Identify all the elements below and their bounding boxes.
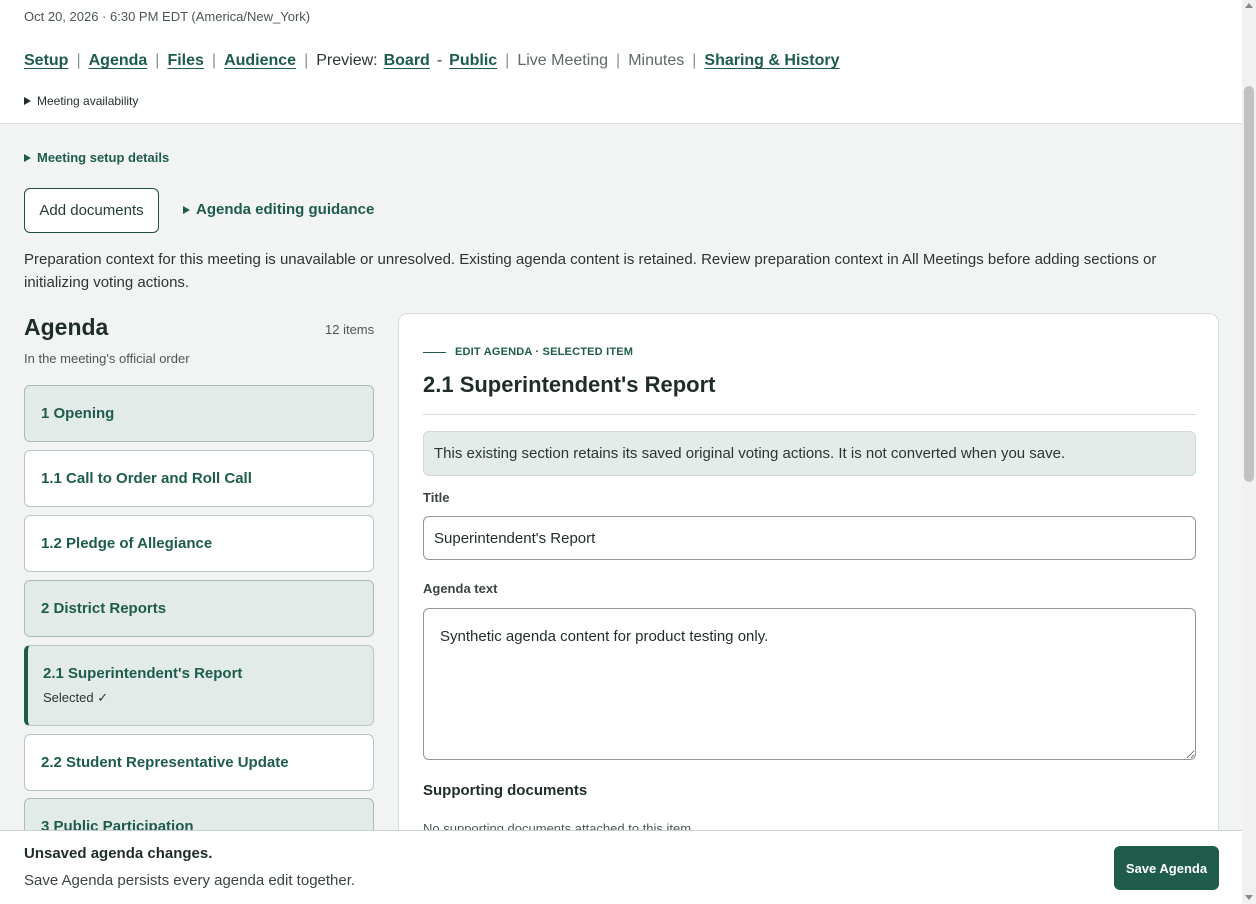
page-header: Oct 20, 2026 · 6:30 PM EDT (America/New_… (0, 0, 1242, 124)
page-scrollbar[interactable] (1242, 0, 1256, 904)
agenda-item-label: 3 Public Participation (41, 818, 194, 830)
voting-actions-info: This existing section retains its saved … (423, 431, 1196, 476)
meeting-datetime: Oct 20, 2026 · 6:30 PM EDT (America/New_… (24, 9, 311, 24)
agenda-heading: Agenda (24, 314, 109, 340)
meeting-setup-details-toggle[interactable]: Meeting setup details (24, 150, 169, 165)
agenda-editing-guidance-toggle[interactable]: Agenda editing guidance (183, 201, 374, 218)
selected-item-title: 2.1 Superintendent's Report (423, 372, 716, 397)
supporting-documents-heading: Supporting documents (423, 782, 588, 799)
agenda-item-label: 2 District Reports (41, 600, 167, 617)
nav-separator: | (616, 52, 621, 69)
edit-eyebrow-label: EDIT AGENDA · SELECTED ITEM (455, 346, 634, 358)
nav-separator: | (76, 52, 81, 69)
nav-sharing-history-link[interactable]: Sharing & History (704, 52, 839, 70)
save-footer: Unsaved agenda changes. Save Agenda pers… (0, 830, 1242, 904)
nav-preview-board-link[interactable]: Board (384, 52, 430, 70)
eyebrow-rule (423, 351, 446, 353)
nav-preview-public-link[interactable]: Public (449, 52, 497, 70)
nav-minutes: Minutes (628, 52, 685, 69)
nav-separator: | (211, 52, 217, 69)
unsaved-changes-title: Unsaved agenda changes. (24, 845, 213, 862)
disclosure-triangle-icon (183, 205, 190, 214)
main-content: Meeting setup details Add documents Agen… (0, 124, 1242, 830)
agenda-item-label: 1 Opening (41, 405, 115, 422)
scroll-down-arrow-icon[interactable] (1245, 895, 1253, 900)
edit-eyebrow: EDIT AGENDA · SELECTED ITEM (423, 346, 633, 358)
nav-separator: | (505, 52, 510, 69)
edit-agenda-panel: EDIT AGENDA · SELECTED ITEM 2.1 Superint… (398, 313, 1219, 830)
agenda-item-label: 2.2 Student Representative Update (41, 754, 289, 771)
supporting-documents-empty: No supporting documents attached to this… (423, 821, 695, 830)
agenda-text-label: Agenda text (423, 581, 498, 596)
agenda-item-call-to-order[interactable]: 1.1 Call to Order and Roll Call (24, 450, 374, 507)
title-field-label: Title (423, 490, 450, 505)
unsaved-changes-subtitle: Save Agenda persists every agenda edit t… (24, 872, 356, 889)
nav-setup-link[interactable]: Setup (24, 52, 68, 70)
preparation-notice: Preparation context for this meeting is … (24, 251, 1157, 291)
selected-indicator: Selected ✓ (43, 690, 109, 705)
nav-separator: | (692, 52, 697, 69)
agenda-item-pledge[interactable]: 1.2 Pledge of Allegiance (24, 515, 374, 572)
scrollbar-thumb[interactable] (1244, 86, 1254, 482)
scroll-up-arrow-icon[interactable] (1245, 3, 1253, 8)
agenda-item-opening[interactable]: 1 Opening (24, 385, 374, 442)
agenda-item-label: 2.1 Superintendent's Report (43, 665, 243, 682)
agenda-subtitle: In the meeting's official order (24, 351, 190, 366)
nav-files-link[interactable]: Files (167, 52, 203, 70)
nav-separator: | (155, 52, 160, 69)
divider (423, 414, 1196, 415)
disclosure-triangle-icon (24, 153, 31, 162)
add-documents-button[interactable]: Add documents (24, 188, 159, 233)
nav-separator: | (304, 52, 309, 69)
meeting-availability-toggle[interactable]: Meeting availability (24, 94, 138, 108)
agenda-item-label: 1.2 Pledge of Allegiance (41, 535, 213, 552)
meeting-availability-label: Meeting availability (37, 94, 139, 108)
agenda-item-public-participation[interactable]: 3 Public Participation (24, 798, 374, 830)
agenda-item-superintendent-report[interactable]: 2.1 Superintendent's Report Selected ✓ (24, 645, 374, 726)
agenda-item-district-reports[interactable]: 2 District Reports (24, 580, 374, 637)
meeting-setup-details-label: Meeting setup details (37, 150, 170, 165)
nav-live-meeting: Live Meeting (517, 52, 609, 69)
nav-preview-label: Preview: (316, 52, 378, 69)
agenda-item-label: 1.1 Call to Order and Roll Call (41, 470, 252, 487)
save-agenda-button[interactable]: Save Agenda (1114, 846, 1219, 890)
agenda-text-input[interactable]: Synthetic agenda content for product tes… (423, 608, 1196, 760)
agenda-editing-guidance-label: Agenda editing guidance (196, 201, 375, 218)
meeting-nav: Setup | Agenda | Files | Audience | Prev… (24, 52, 840, 70)
nav-preview-dash: - (436, 52, 443, 69)
agenda-item-student-representative[interactable]: 2.2 Student Representative Update (24, 734, 374, 791)
agenda-item-count: 12 items (325, 322, 375, 337)
nav-agenda-link[interactable]: Agenda (89, 52, 148, 70)
title-input[interactable] (423, 516, 1196, 560)
nav-audience-link[interactable]: Audience (224, 52, 296, 70)
disclosure-triangle-icon (24, 97, 31, 105)
